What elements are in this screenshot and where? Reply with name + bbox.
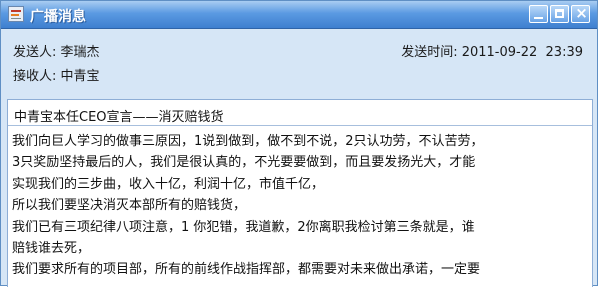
receiver-row: 接收人: 中青宝 [13,65,100,84]
message-body[interactable]: 我们向巨人学习的做事三原因，1说到做到，做不到不说，2只认功劳，不认苦劳， 3只… [12,131,592,281]
maximize-icon [555,9,564,18]
message-subject: 中青宝本任CEO宣言——消灭赔钱货 [8,100,592,126]
sender-label: 发送人: [13,45,57,60]
minimize-button[interactable] [529,5,548,23]
message-line: 所以我们要坚决消灭本部所有的赔钱货， [12,198,247,214]
message-line: 3只奖励坚持最后的人，我们是很认真的，不光要要做到，而且要发扬光大，才能 [12,155,476,171]
message-line: 我们向巨人学习的做事三原因，1说到做到，做不到不说，2只认功劳，不认苦劳， [12,134,484,149]
send-time-value: 2011-09-22 23:39 [461,45,583,60]
close-icon: × [575,4,588,22]
send-time-label: 发送时间: [401,45,458,60]
sender-row: 发送人: 李瑞杰 [13,41,100,60]
title-bar[interactable]: 广播消息 × [1,1,597,29]
message-line: 我们要求所有的项目部，所有的前线作战指挥部，都需要对未来做出承诺，一定要 [12,262,481,278]
message-line: 赔钱谁去死， [12,241,91,257]
message-line: 我们已有三项纪律八项注意，1 你犯错，我道歉，2你离职我检讨第三条就是，谁 [12,219,475,235]
minimize-icon [534,17,543,19]
receiver-name: 中青宝 [60,69,100,84]
message-panel[interactable]: 中青宝本任CEO宣言——消灭赔钱货 我们向巨人学习的做事三原因，1说到做到，做不… [7,99,593,287]
maximize-button[interactable] [550,5,569,23]
message-app-icon [8,6,24,22]
close-button[interactable]: × [571,4,590,23]
message-line: 实现我们的三步曲，收入十亿，利润十亿，市值千亿， [12,176,325,192]
send-time-row: 发送时间: 2011-09-22 23:39 [401,41,583,60]
sender-name: 李瑞杰 [60,45,100,60]
window-title: 广播消息 [30,9,86,25]
receiver-label: 接收人: [13,69,57,84]
broadcast-message-window: 广播消息 × 发送人: 李瑞杰 接收人: 中青宝 发送时间: 2011-09-2… [0,0,598,287]
